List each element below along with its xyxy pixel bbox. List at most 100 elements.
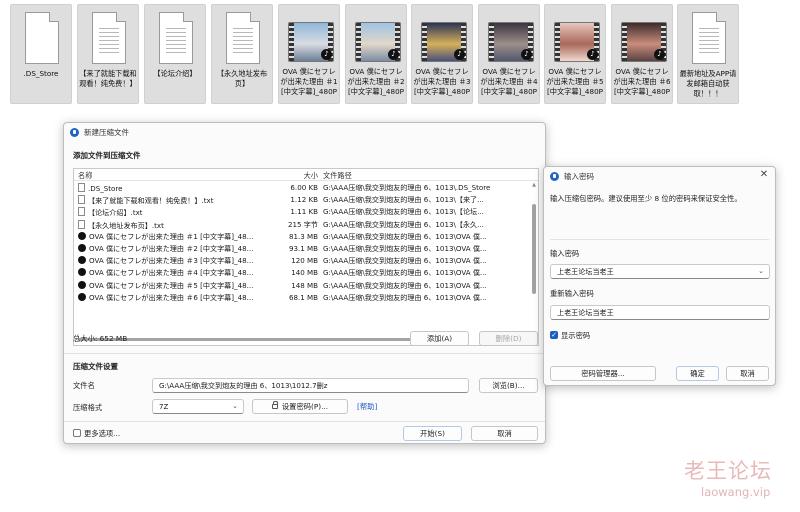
help-link[interactable]: [帮助] <box>357 402 377 412</box>
video-thumbnail-image: ♪ <box>554 22 600 62</box>
column-header-size[interactable]: 大小 <box>262 171 318 181</box>
tiktok-icon: ♪ <box>521 49 532 60</box>
desktop-file-3[interactable]: 【论坛介绍】 <box>144 4 206 104</box>
desktop-file-label: 最新地址及APP请发邮箱自动获取！！！ <box>679 69 737 98</box>
row-size: 120 MB <box>291 256 318 266</box>
more-options-checkbox[interactable] <box>73 429 81 437</box>
text-document-icon <box>687 10 731 66</box>
tiktok-icon: ♪ <box>587 49 598 60</box>
watermark-title: 老王论坛 <box>684 459 772 483</box>
document-page-icon <box>226 12 260 64</box>
close-icon[interactable]: ✕ <box>757 169 771 180</box>
desktop-file-5[interactable]: ♪ OVA 僕にセフレが出来た理由 ＃1 [中文字幕]_480P <box>278 4 340 104</box>
confirm-password-input[interactable]: 上老王论坛当老王 <box>550 305 770 320</box>
password-cancel-button[interactable]: 取消 <box>726 366 769 381</box>
table-row[interactable]: OVA 僕にセフレが出来た理由 ＃2 [中文字幕]_48... 93.1 MB G:… <box>74 242 538 254</box>
file-list[interactable]: 名称 大小 文件路径 .DS_Store 6.00 KB G:\AAA压缩\我交到炮… <box>73 168 539 346</box>
desktop-file-4[interactable]: 【永久地址发布页】 <box>211 4 273 104</box>
column-header-name[interactable]: 名称 <box>78 171 258 181</box>
text-lines <box>166 25 186 55</box>
add-button[interactable]: 添加(A) <box>410 331 469 346</box>
lock-icon <box>271 401 278 409</box>
browse-button[interactable]: 浏览(B)... <box>479 378 538 393</box>
cancel-button[interactable]: 取消 <box>471 426 538 441</box>
vertical-scrollbar[interactable]: ▲ <box>531 182 537 332</box>
document-page-icon <box>92 12 126 64</box>
more-options-label[interactable]: 更多选项... <box>84 429 120 439</box>
desktop-file-7[interactable]: ♪ OVA 僕にセフレが出来た理由 ＃3 [中文字幕]_480P <box>411 4 473 104</box>
chevron-down-icon[interactable]: ⌄ <box>758 265 764 278</box>
row-path: G:\AAA压缩\我交到炮友的理由 6、1013\OVA 僕... <box>323 243 487 253</box>
document-page-icon <box>159 12 193 64</box>
tiktok-icon <box>78 268 86 277</box>
format-label: 压缩格式 <box>73 403 103 412</box>
desktop-file-label: OVA 僕にセフレが出来た理由 ＃6 [中文字幕]_480P <box>613 67 671 96</box>
desktop-file-11[interactable]: 最新地址及APP请发邮箱自动获取！！！ <box>677 4 739 104</box>
table-row[interactable]: OVA 僕にセフレが出来た理由 ＃6 [中文字幕]_48... 68.1 MB G:… <box>74 291 538 303</box>
desktop-file-8[interactable]: ♪ OVA 僕にセフレが出来た理由 ＃4 [中文字幕]_480P <box>478 4 540 104</box>
tiktok-icon <box>78 256 86 265</box>
password-titlebar[interactable]: 输入密码 <box>544 167 775 185</box>
scroll-up-icon[interactable]: ▲ <box>531 182 537 188</box>
row-size: 215 字节 <box>288 219 318 229</box>
row-name-text: OVA 僕にセフレが出来た理由 ＃3 [中文字幕]_48... <box>89 256 254 266</box>
show-password-label[interactable]: 显示密码 <box>561 331 590 341</box>
desktop-file-label: 【来了就能下载和观看！纯免费！】 <box>79 69 137 88</box>
video-thumbnail: ♪ <box>355 10 401 66</box>
text-document-icon <box>154 10 198 66</box>
set-password-button[interactable]: 设置密码(P)... <box>252 399 348 414</box>
row-name: OVA 僕にセフレが出来た理由 ＃5 [中文字幕]_48... <box>78 280 258 291</box>
section-divider <box>64 353 545 354</box>
table-row[interactable]: OVA 僕にセフレが出来た理由 ＃5 [中文字幕]_48... 148 MB G:\… <box>74 279 538 291</box>
video-thumbnail: ♪ <box>421 10 467 66</box>
table-row[interactable]: OVA 僕にセフレが出来た理由 ＃3 [中文字幕]_48... 120 MB G:\… <box>74 254 538 266</box>
blank-file-icon <box>20 10 64 66</box>
tiktok-icon: ♪ <box>454 49 465 60</box>
video-thumbnail: ♪ <box>621 10 667 66</box>
table-row[interactable]: 【论坛介绍】.txt 1.11 KB G:\AAA压缩\我交到炮友的理由 6、101… <box>74 205 538 217</box>
film-strip-left <box>356 23 361 61</box>
desktop-file-label: OVA 僕にセフレが出来た理由 ＃5 [中文字幕]_480P <box>546 67 604 96</box>
chevron-down-icon: ⌄ <box>232 402 238 410</box>
table-row[interactable]: .DS_Store 6.00 KB G:\AAA压缩\我交到炮友的理由 6、1013… <box>74 181 538 193</box>
format-select[interactable]: 7Z ⌄ <box>152 399 244 414</box>
film-strip-left <box>289 23 294 61</box>
desktop-file-10[interactable]: ♪ OVA 僕にセフレが出来た理由 ＃6 [中文字幕]_480P <box>611 4 673 104</box>
start-button[interactable]: 开始(S) <box>403 426 462 441</box>
filename-label: 文件名 <box>73 381 95 390</box>
row-name-text: 【来了就能下载和观看！纯免费！】.txt <box>88 196 214 206</box>
table-row[interactable]: 【来了就能下载和观看！纯免费！】.txt 1.12 KB G:\AAA压缩\我交到炮… <box>74 193 538 205</box>
film-strip-left <box>555 23 560 61</box>
scrollbar-thumb[interactable] <box>532 204 536 294</box>
titlebar[interactable]: 新建压缩文件 <box>64 123 545 141</box>
horizontal-scrollbar-thumb[interactable] <box>78 338 443 341</box>
footer-divider <box>64 421 545 422</box>
desktop-file-label: 【论坛介绍】 <box>153 69 197 78</box>
column-header-path[interactable]: 文件路径 <box>323 171 493 181</box>
tiktok-icon <box>78 280 86 289</box>
row-name-text: 【永久地址发布页】.txt <box>88 220 164 230</box>
delete-button[interactable]: 删除(D) <box>479 331 538 346</box>
password-manager-button[interactable]: 密码管理器... <box>550 366 656 381</box>
show-password-checkbox[interactable]: ✓ <box>550 331 558 339</box>
table-row[interactable]: OVA 僕にセフレが出来た理由 ＃4 [中文字幕]_48... 140 MB G:\… <box>74 266 538 278</box>
text-document-icon <box>221 10 265 66</box>
text-file-icon <box>78 195 85 205</box>
row-name: OVA 僕にセフレが出来た理由 ＃6 [中文字幕]_48... <box>78 292 258 303</box>
desktop-file-2[interactable]: 【来了就能下载和观看！纯免费！】 <box>77 4 139 104</box>
desktop-file-1[interactable]: .DS_Store <box>10 4 72 104</box>
ok-button[interactable]: 确定 <box>676 366 719 381</box>
row-name-text: .DS_Store <box>88 184 123 193</box>
text-lines <box>233 25 253 55</box>
row-size: 140 MB <box>291 268 318 278</box>
row-path: G:\AAA压缩\我交到炮友的理由 6、1013\OVA 僕... <box>323 231 487 241</box>
table-row[interactable]: 【永久地址发布页】.txt 215 字节 G:\AAA压缩\我交到炮友的理由 6、1… <box>74 218 538 230</box>
filename-input[interactable]: G:\AAA压缩\我交到炮友的理由 6、1013\1012.7删z <box>152 378 469 393</box>
row-name-text: OVA 僕にセフレが出来た理由 ＃4 [中文字幕]_48... <box>89 268 254 278</box>
password-dialog-title: 输入密码 <box>564 171 594 181</box>
text-document-icon <box>87 10 131 66</box>
table-row[interactable]: OVA 僕にセフレが出来た理由 ＃1 [中文字幕]_48... 81.3 MB G:… <box>74 230 538 242</box>
password-input[interactable]: 上老王论坛当老王 ⌄ <box>550 264 770 279</box>
desktop-file-6[interactable]: ♪ OVA 僕にセフレが出来た理由 ＃2 [中文字幕]_480P <box>345 4 407 104</box>
desktop-file-9[interactable]: ♪ OVA 僕にセフレが出来た理由 ＃5 [中文字幕]_480P <box>544 4 606 104</box>
